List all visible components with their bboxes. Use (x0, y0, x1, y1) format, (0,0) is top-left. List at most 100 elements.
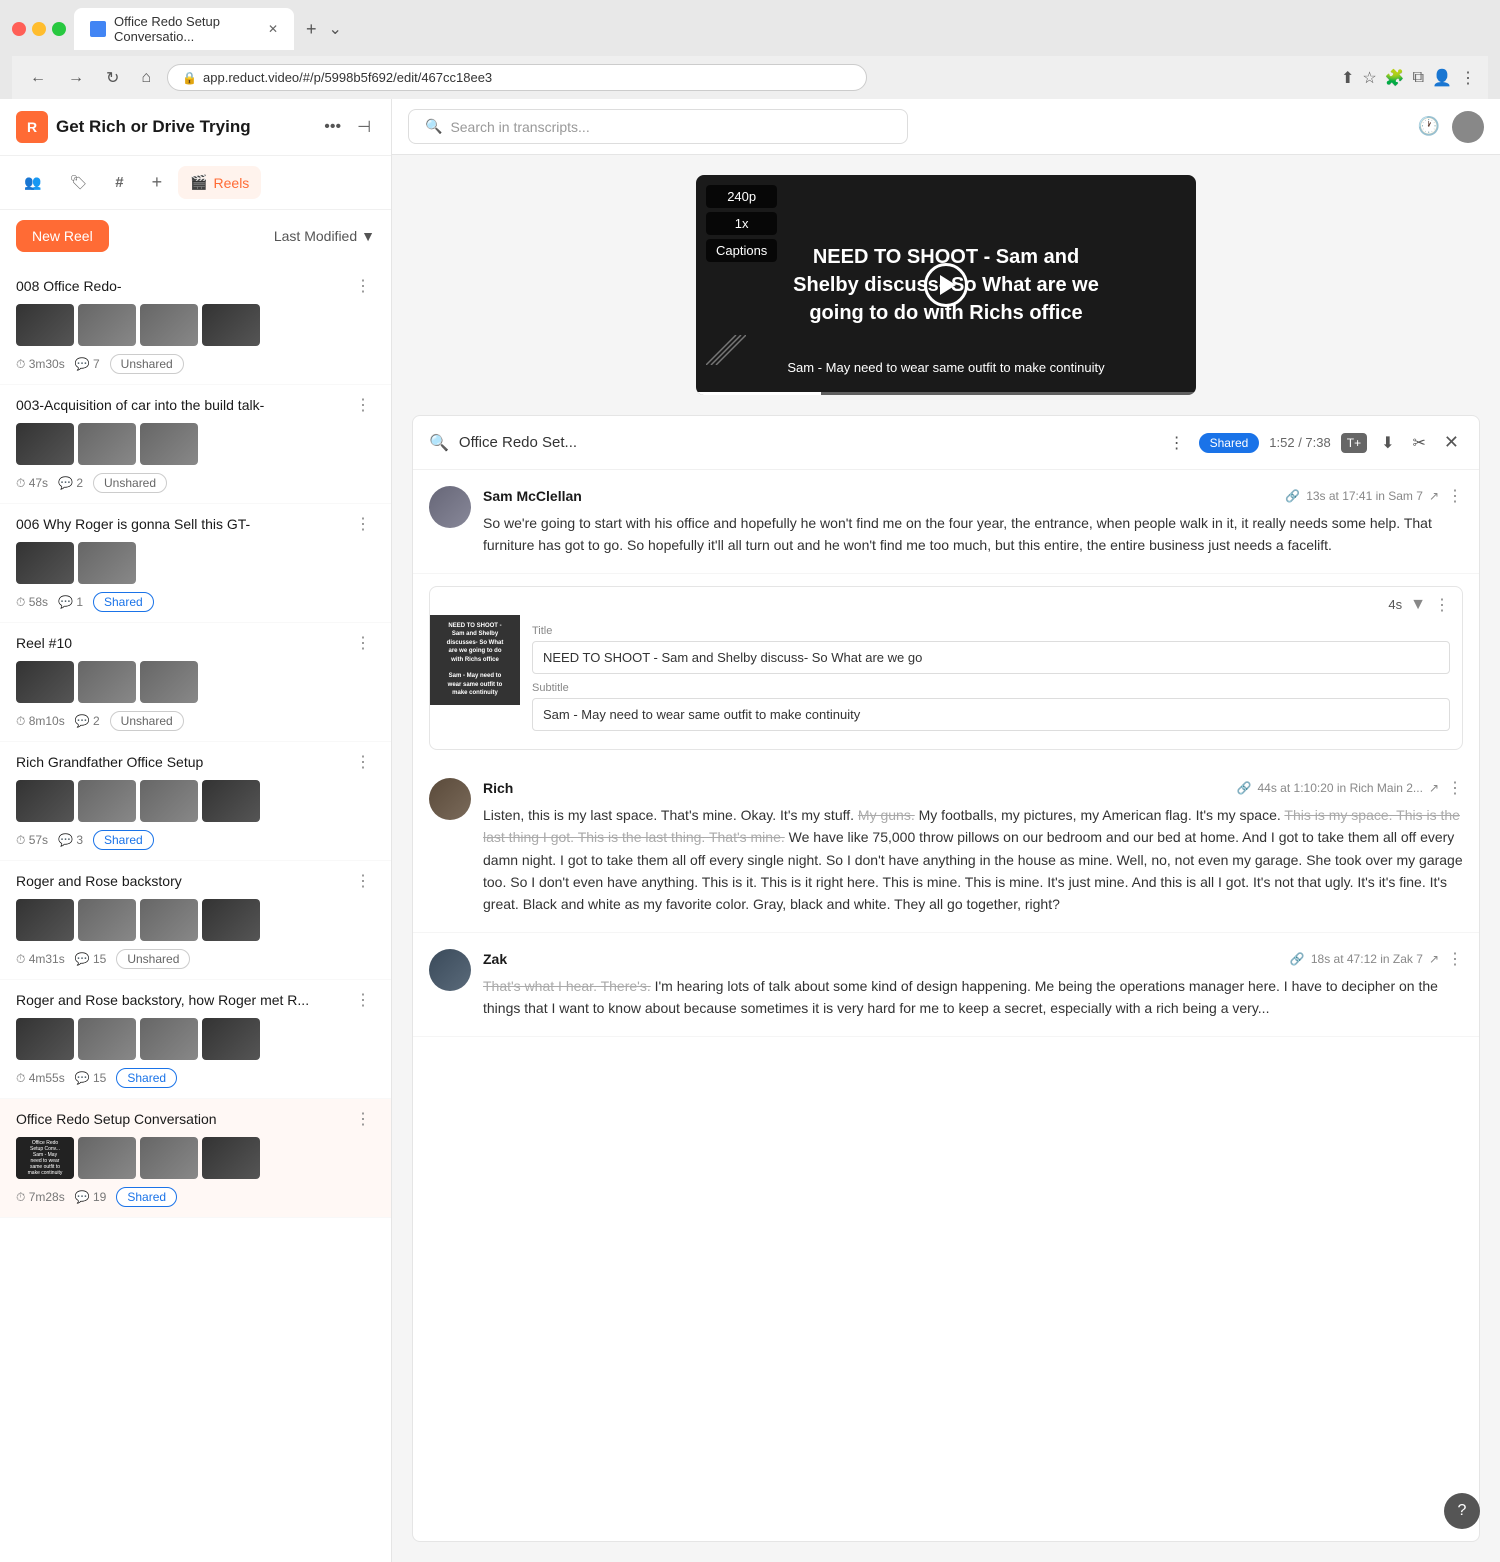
add-icon: + (152, 172, 163, 193)
title-label: Title (532, 625, 1450, 637)
tab-tags[interactable]: 🏷 (57, 166, 99, 199)
extension-icon[interactable]: 🧩 (1385, 68, 1405, 88)
comment-menu-icon[interactable]: ⋮ (1447, 486, 1463, 506)
tab-people[interactable]: 👥 (12, 166, 53, 199)
menu-icon[interactable]: ⋮ (1460, 68, 1476, 88)
bookmark-icon[interactable]: ☆ (1362, 68, 1376, 88)
reel-item[interactable]: Rich Grandfather Office Setup ⋮ ⏱ 57s 💬 … (0, 742, 391, 861)
quality-button[interactable]: 240p (706, 185, 777, 208)
comment-menu-icon[interactable]: ⋮ (1447, 949, 1463, 969)
reel-title: 008 Office Redo- (16, 278, 316, 294)
share-icon[interactable]: ⬆ (1341, 68, 1354, 88)
title-input[interactable] (532, 641, 1450, 674)
window-minimize-dot[interactable] (32, 22, 46, 36)
forward-button[interactable]: → (62, 67, 90, 89)
panel-title: Office Redo Set... (459, 434, 1155, 451)
window-maximize-dot[interactable] (52, 22, 66, 36)
reel-badge: Unshared (110, 711, 184, 731)
help-button[interactable]: ? (1444, 1493, 1480, 1529)
reel-item[interactable]: 003-Acquisition of car into the build ta… (0, 385, 391, 504)
reel-meta: ⏱ 7m28s 💬 19 Shared (16, 1187, 375, 1207)
reel-thumb (78, 542, 136, 584)
back-button[interactable]: ← (24, 67, 52, 89)
comment-avatar (429, 949, 471, 991)
strikethrough-text: This is my space. This is the last thing… (483, 807, 1460, 845)
reel-menu-icon[interactable]: ⋮ (351, 514, 375, 534)
comment-author: Zak (483, 951, 507, 967)
new-tab-button[interactable]: + (298, 15, 325, 44)
sort-arrow-icon: ▼ (361, 228, 375, 244)
panel-more-button[interactable]: ⋮ (1165, 429, 1189, 457)
video-scrubber[interactable] (696, 392, 1196, 395)
reel-thumb (140, 304, 198, 346)
panel-close-button[interactable]: ✕ (1440, 428, 1463, 457)
profile-icon[interactable]: 👤 (1432, 68, 1452, 88)
refresh-button[interactable]: ↻ (100, 66, 125, 90)
reel-thumb (78, 780, 136, 822)
reel-thumb (78, 304, 136, 346)
reel-title: Roger and Rose backstory, how Roger met … (16, 992, 316, 1008)
reel-menu-icon[interactable]: ⋮ (351, 871, 375, 891)
reel-item[interactable]: Roger and Rose backstory ⋮ ⏱ 4m31s 💬 15 … (0, 861, 391, 980)
subtitle-input[interactable] (532, 698, 1450, 731)
clip-more-icon[interactable]: ⋮ (1434, 595, 1450, 615)
reel-item[interactable]: Roger and Rose backstory, how Roger met … (0, 980, 391, 1099)
reel-thumb (78, 899, 136, 941)
comment-meta: 🔗 44s at 1:10:20 in Rich Main 2... ↗ (1237, 781, 1439, 795)
tab-menu-icon[interactable]: ⌄ (329, 19, 342, 39)
reel-menu-icon[interactable]: ⋮ (351, 633, 375, 653)
user-avatar[interactable] (1452, 111, 1484, 143)
download-button[interactable]: ⬇ (1377, 429, 1398, 457)
active-browser-tab[interactable]: Office Redo Setup Conversatio... ✕ (74, 8, 294, 50)
reel-clips: 💬 1 (58, 595, 83, 609)
reel-menu-icon[interactable]: ⋮ (351, 1109, 375, 1129)
captions-button[interactable]: Captions (706, 239, 777, 262)
reel-item[interactable]: Reel #10 ⋮ ⏱ 8m10s 💬 2 Unshared (0, 623, 391, 742)
reel-item[interactable]: 006 Why Roger is gonna Sell this GT- ⋮ ⏱… (0, 504, 391, 623)
tab-manager-icon[interactable]: ⧉ (1413, 69, 1424, 87)
reel-menu-icon[interactable]: ⋮ (351, 276, 375, 296)
reel-title: Reel #10 (16, 635, 316, 651)
tab-hashtag[interactable]: # (103, 166, 135, 199)
window-close-dot[interactable] (12, 22, 26, 36)
more-button[interactable]: ••• (320, 114, 345, 140)
tab-reels[interactable]: 🎬 Reels (178, 166, 261, 199)
reel-menu-icon[interactable]: ⋮ (351, 395, 375, 415)
sort-control[interactable]: Last Modified ▼ (274, 228, 375, 244)
speed-button[interactable]: 1x (706, 212, 777, 235)
reel-item-active[interactable]: Office Redo Setup Conversation ⋮ Office … (0, 1099, 391, 1218)
video-player[interactable]: 240p 1x Captions NEED TO SHOOT - Sam and… (696, 175, 1196, 395)
clip-thumbnail: NEED TO SHOOT -Sam and Shelbydiscusses- … (430, 615, 520, 705)
clip-button[interactable]: ✂ (1409, 429, 1430, 457)
search-bar[interactable]: 🔍 Search in transcripts... (408, 109, 908, 144)
title-field: Title (532, 625, 1450, 674)
tab-close-btn[interactable]: ✕ (268, 22, 278, 36)
comment-menu-icon[interactable]: ⋮ (1447, 778, 1463, 798)
reel-thumb (140, 1018, 198, 1060)
tplus-button[interactable]: T+ (1341, 433, 1367, 453)
tab-add[interactable]: + (140, 164, 175, 201)
reel-menu-icon[interactable]: ⋮ (351, 990, 375, 1010)
tab-title: Office Redo Setup Conversatio... (114, 14, 260, 44)
comment-meta: 🔗 13s at 17:41 in Sam 7 ↗ (1285, 489, 1439, 503)
clip-dropdown-icon[interactable]: ▼ (1410, 596, 1426, 614)
new-reel-button[interactable]: New Reel (16, 220, 109, 252)
subtitle-label: Subtitle (532, 682, 1450, 694)
panel-search-icon: 🔍 (429, 433, 449, 453)
reel-thumbnails (16, 423, 375, 465)
address-bar[interactable]: 🔒 app.reduct.video/#/p/5998b5f692/edit/4… (167, 64, 867, 91)
reel-thumb (16, 542, 74, 584)
reels-tab-label: Reels (214, 175, 250, 191)
play-button[interactable] (924, 263, 968, 307)
reel-meta: ⏱ 58s 💬 1 Shared (16, 592, 375, 612)
home-button[interactable]: ⌂ (135, 67, 157, 89)
reel-menu-icon[interactable]: ⋮ (351, 752, 375, 772)
app-container: R Get Rich or Drive Trying ••• ⊣ 👥 🏷 # +… (0, 99, 1500, 1562)
reel-item[interactable]: 008 Office Redo- ⋮ ⏱ 3m30s 💬 7 Unshared (0, 266, 391, 385)
search-icon: 🔍 (425, 118, 442, 135)
history-icon[interactable]: 🕐 (1418, 116, 1440, 137)
collapse-sidebar-button[interactable]: ⊣ (353, 113, 375, 141)
reel-meta: ⏱ 8m10s 💬 2 Unshared (16, 711, 375, 731)
reel-badge: Shared (93, 592, 154, 612)
reel-thumb (140, 780, 198, 822)
